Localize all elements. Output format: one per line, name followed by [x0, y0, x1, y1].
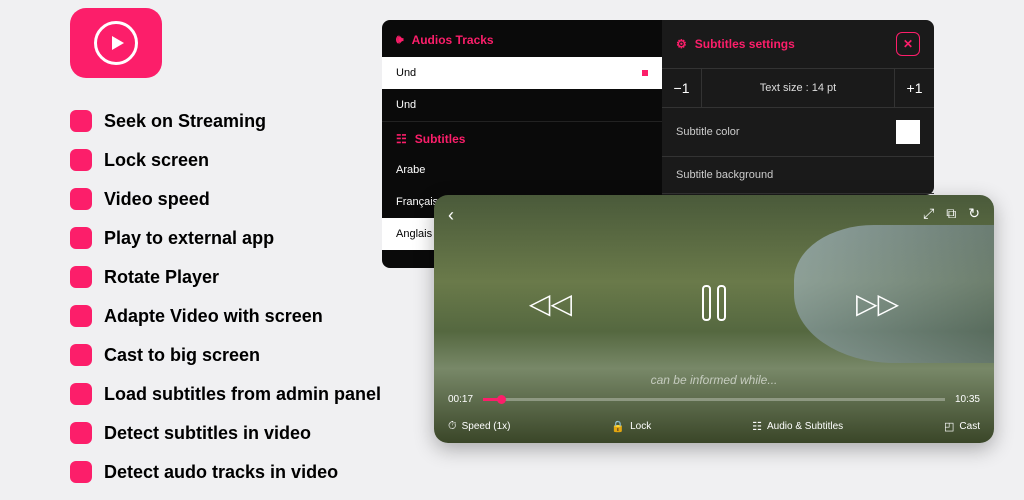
subtitle-color-row[interactable]: Subtitle color: [662, 108, 934, 157]
feature-text: Detect audo tracks in video: [104, 462, 338, 483]
bullet-icon: [70, 461, 92, 483]
audio-sub-label: Audio & Subtitles: [767, 421, 843, 432]
list-item: Detect subtitles in video: [70, 422, 381, 444]
subtitles-title: Subtitles: [415, 132, 466, 146]
decrease-size-button[interactable]: −1: [662, 69, 702, 107]
subtitle-icon: ☷: [752, 420, 762, 433]
feature-text: Seek on Streaming: [104, 111, 266, 132]
progress-bar[interactable]: [483, 398, 945, 401]
fullscreen-icon[interactable]: ⤢: [923, 205, 934, 226]
speed-label: Speed (1x): [462, 421, 511, 432]
feature-text: Load subtitles from admin panel: [104, 384, 381, 405]
cast-icon: ◰: [944, 420, 954, 433]
close-button[interactable]: ✕: [896, 32, 920, 56]
bullet-icon: [70, 344, 92, 366]
text-size-label: Text size : 14 pt: [702, 69, 894, 107]
list-item: Load subtitles from admin panel: [70, 383, 381, 405]
rotate-icon[interactable]: ↻: [968, 205, 980, 226]
cast-label: Cast: [959, 421, 980, 432]
feature-text: Video speed: [104, 189, 210, 210]
audio-tracks-title: Audios Tracks: [412, 33, 494, 47]
bullet-icon: [70, 188, 92, 210]
subtitle-background-row[interactable]: Subtitle background: [662, 157, 934, 194]
lock-label: Lock: [630, 421, 651, 432]
feature-text: Detect subtitles in video: [104, 423, 311, 444]
list-item: Detect audo tracks in video: [70, 461, 381, 483]
close-icon: ✕: [903, 37, 913, 51]
bullet-icon: [70, 110, 92, 132]
selected-dot-icon: [642, 70, 648, 76]
subtitle-label: Arabe: [396, 164, 425, 176]
feature-text: Lock screen: [104, 150, 209, 171]
subtitle-settings-panel: ⚙ Subtitles settings ✕ −1 Text size : 14…: [662, 20, 934, 195]
back-icon[interactable]: ‹: [448, 205, 454, 226]
audio-track-label: Und: [396, 67, 416, 79]
total-time: 10:35: [955, 394, 980, 405]
subtitle-color-label: Subtitle color: [676, 126, 740, 138]
lock-button[interactable]: 🔒 Lock: [611, 420, 651, 433]
subtitle-item[interactable]: Arabe: [382, 154, 662, 186]
list-item: Lock screen: [70, 149, 381, 171]
subtitles-header: ☷ Subtitles: [382, 121, 662, 154]
subtitle-settings-header: ⚙ Subtitles settings: [676, 37, 795, 51]
feature-text: Adapte Video with screen: [104, 306, 323, 327]
forward-button[interactable]: ▷▷: [856, 287, 899, 320]
feature-list: Seek on Streaming Lock screen Video spee…: [70, 110, 381, 483]
gear-icon: ⚙: [676, 37, 687, 51]
increase-size-button[interactable]: +1: [894, 69, 934, 107]
list-item: Rotate Player: [70, 266, 381, 288]
subtitle-overlay: can be informed while...: [434, 373, 994, 387]
color-swatch: [896, 120, 920, 144]
speaker-icon: 🕪: [396, 32, 404, 47]
external-icon[interactable]: ⧉: [946, 205, 956, 226]
lock-icon: 🔒: [611, 420, 625, 433]
subtitle-icon: ☷: [396, 132, 407, 146]
audio-tracks-header: 🕪 Audios Tracks: [382, 20, 662, 57]
audio-track-item[interactable]: Und: [382, 57, 662, 89]
bullet-icon: [70, 422, 92, 444]
list-item: Cast to big screen: [70, 344, 381, 366]
audio-track-item[interactable]: Und: [382, 89, 662, 121]
video-player[interactable]: ‹ ⤢ ⧉ ↻ ◁◁ ▷▷ can be informed while... 0…: [434, 195, 994, 443]
bullet-icon: [70, 383, 92, 405]
feature-text: Rotate Player: [104, 267, 219, 288]
app-logo-icon: [70, 8, 162, 78]
audio-track-label: Und: [396, 99, 416, 111]
subtitle-label: Français: [396, 196, 438, 208]
bullet-icon: [70, 227, 92, 249]
list-item: Play to external app: [70, 227, 381, 249]
subtitle-bg-label: Subtitle background: [676, 169, 773, 181]
speed-icon: ⏱: [448, 420, 457, 433]
list-item: Adapte Video with screen: [70, 305, 381, 327]
subtitle-settings-title: Subtitles settings: [695, 37, 795, 51]
current-time: 00:17: [448, 394, 473, 405]
list-item: Seek on Streaming: [70, 110, 381, 132]
list-item: Video speed: [70, 188, 381, 210]
bullet-icon: [70, 305, 92, 327]
rewind-button[interactable]: ◁◁: [529, 287, 572, 320]
feature-text: Cast to big screen: [104, 345, 260, 366]
bullet-icon: [70, 149, 92, 171]
audio-subtitles-button[interactable]: ☷ Audio & Subtitles: [752, 420, 843, 433]
subtitle-label: Anglais: [396, 228, 432, 240]
speed-button[interactable]: ⏱ Speed (1x): [448, 420, 511, 433]
bullet-icon: [70, 266, 92, 288]
pause-button[interactable]: [702, 285, 726, 321]
cast-button[interactable]: ◰ Cast: [944, 420, 980, 433]
feature-text: Play to external app: [104, 228, 274, 249]
